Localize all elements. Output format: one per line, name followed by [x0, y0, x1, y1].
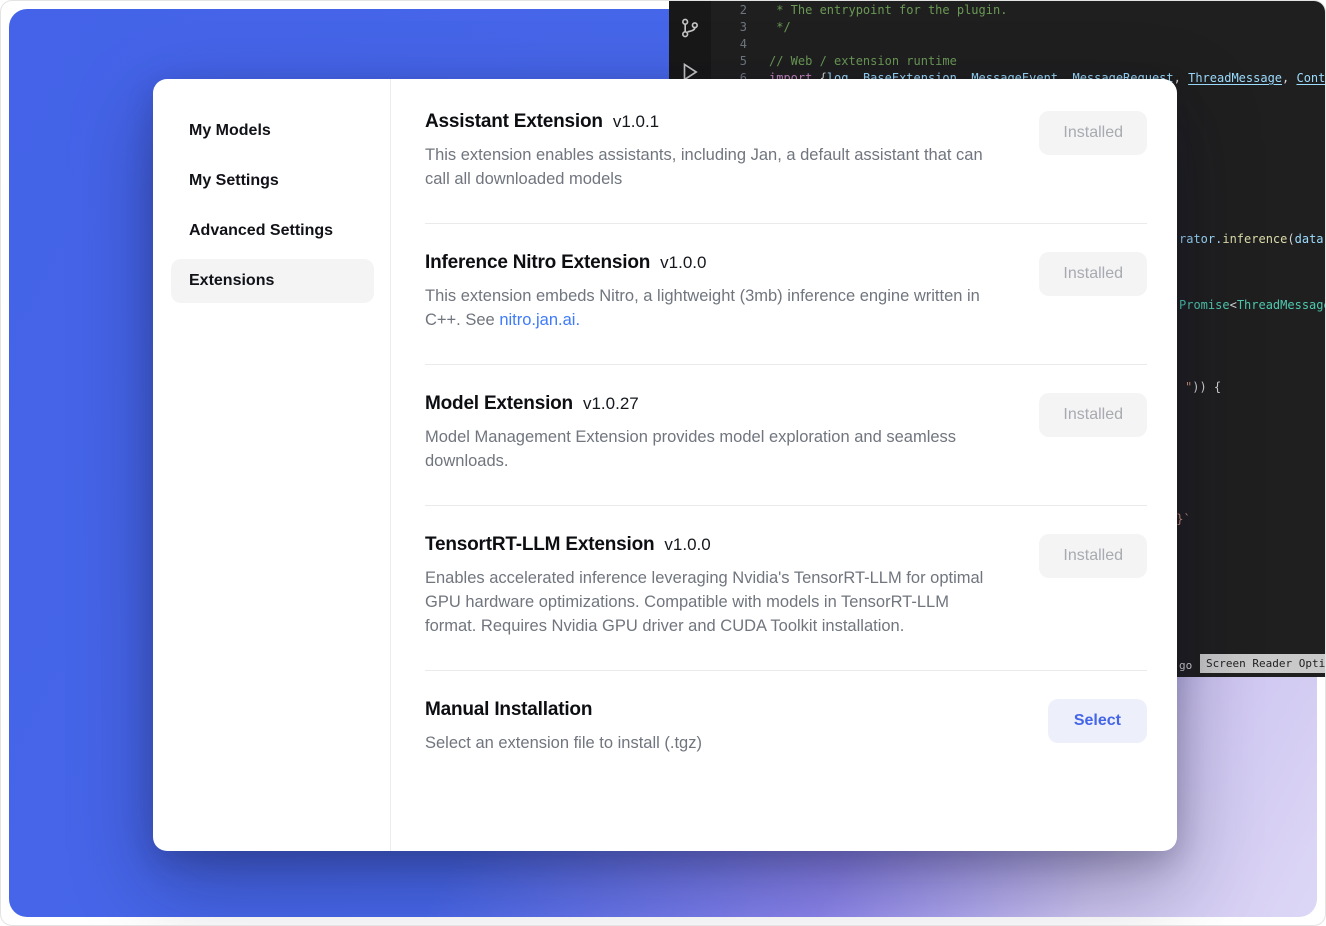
installed-button[interactable]: Installed [1039, 393, 1147, 437]
extension-title: Model Extension [425, 393, 573, 415]
manual-installation-title: Manual Installation [425, 699, 592, 721]
line-number: 3 [740, 19, 747, 36]
settings-modal: My Models My Settings Advanced Settings … [153, 79, 1177, 851]
line-number: 5 [740, 53, 747, 70]
line-number: 2 [740, 2, 747, 19]
manual-installation-info: Manual Installation Select an extension … [425, 699, 702, 755]
extension-version: v1.0.0 [660, 253, 706, 273]
extension-version: v1.0.0 [664, 535, 710, 555]
extension-version: v1.0.27 [583, 394, 639, 414]
extension-row-inference-nitro: Inference Nitro Extension v1.0.0 This ex… [425, 224, 1147, 365]
extension-title: Assistant Extension [425, 111, 603, 133]
line-number: 4 [740, 36, 747, 53]
extension-title: Inference Nitro Extension [425, 252, 650, 274]
screen-reader-optimized-badge[interactable]: Screen Reader Optimize [1200, 654, 1325, 673]
settings-sidebar: My Models My Settings Advanced Settings … [153, 79, 391, 851]
extension-row-model: Model Extension v1.0.27 Model Management… [425, 365, 1147, 506]
code-line: * The entrypoint for the plugin. [769, 2, 1325, 19]
git-branch-icon[interactable] [679, 17, 701, 39]
extension-description: Model Management Extension provides mode… [425, 425, 1003, 473]
extensions-list: Assistant Extension v1.0.1 This extensio… [391, 79, 1177, 851]
nitro-jan-ai-link[interactable]: nitro.jan.ai. [499, 311, 580, 329]
sidebar-item-my-settings[interactable]: My Settings [171, 159, 374, 203]
installed-button[interactable]: Installed [1039, 111, 1147, 155]
extension-info: Inference Nitro Extension v1.0.0 This ex… [425, 252, 1003, 332]
extension-title: TensortRT-LLM Extension [425, 534, 654, 556]
extension-description: This extension embeds Nitro, a lightweig… [425, 284, 1003, 332]
screenshot-root: 2 3 4 5 6 * The entrypoint for the plugi… [0, 0, 1326, 926]
extension-version: v1.0.1 [613, 112, 659, 132]
extension-row-assistant: Assistant Extension v1.0.1 This extensio… [425, 81, 1147, 224]
code-line: */ [769, 19, 1325, 36]
extension-info: Assistant Extension v1.0.1 This extensio… [425, 111, 1003, 191]
sidebar-item-advanced-settings[interactable]: Advanced Settings [171, 209, 374, 253]
code-fragment: rator.inference(data)); [1179, 231, 1325, 248]
statusbar-text-fragment: go [1179, 657, 1192, 674]
code-fragment: ")) { [1185, 379, 1221, 396]
installed-button[interactable]: Installed [1039, 252, 1147, 296]
code-fragment: Promise<ThreadMessage> [1179, 297, 1325, 314]
extension-description: Enables accelerated inference leveraging… [425, 566, 1003, 638]
code-line: // Web / extension runtime [769, 53, 1325, 70]
sidebar-item-extensions[interactable]: Extensions [171, 259, 374, 303]
sidebar-item-my-models[interactable]: My Models [171, 109, 374, 153]
select-file-button[interactable]: Select [1048, 699, 1147, 743]
installed-button[interactable]: Installed [1039, 534, 1147, 578]
extension-info: Model Extension v1.0.27 Model Management… [425, 393, 1003, 473]
manual-installation-description: Select an extension file to install (.tg… [425, 731, 702, 755]
extension-info: TensortRT-LLM Extension v1.0.0 Enables a… [425, 534, 1003, 638]
manual-installation-row: Manual Installation Select an extension … [425, 671, 1147, 787]
extension-description: This extension enables assistants, inclu… [425, 143, 1003, 191]
extension-row-tensorrt-llm: TensortRT-LLM Extension v1.0.0 Enables a… [425, 506, 1147, 671]
